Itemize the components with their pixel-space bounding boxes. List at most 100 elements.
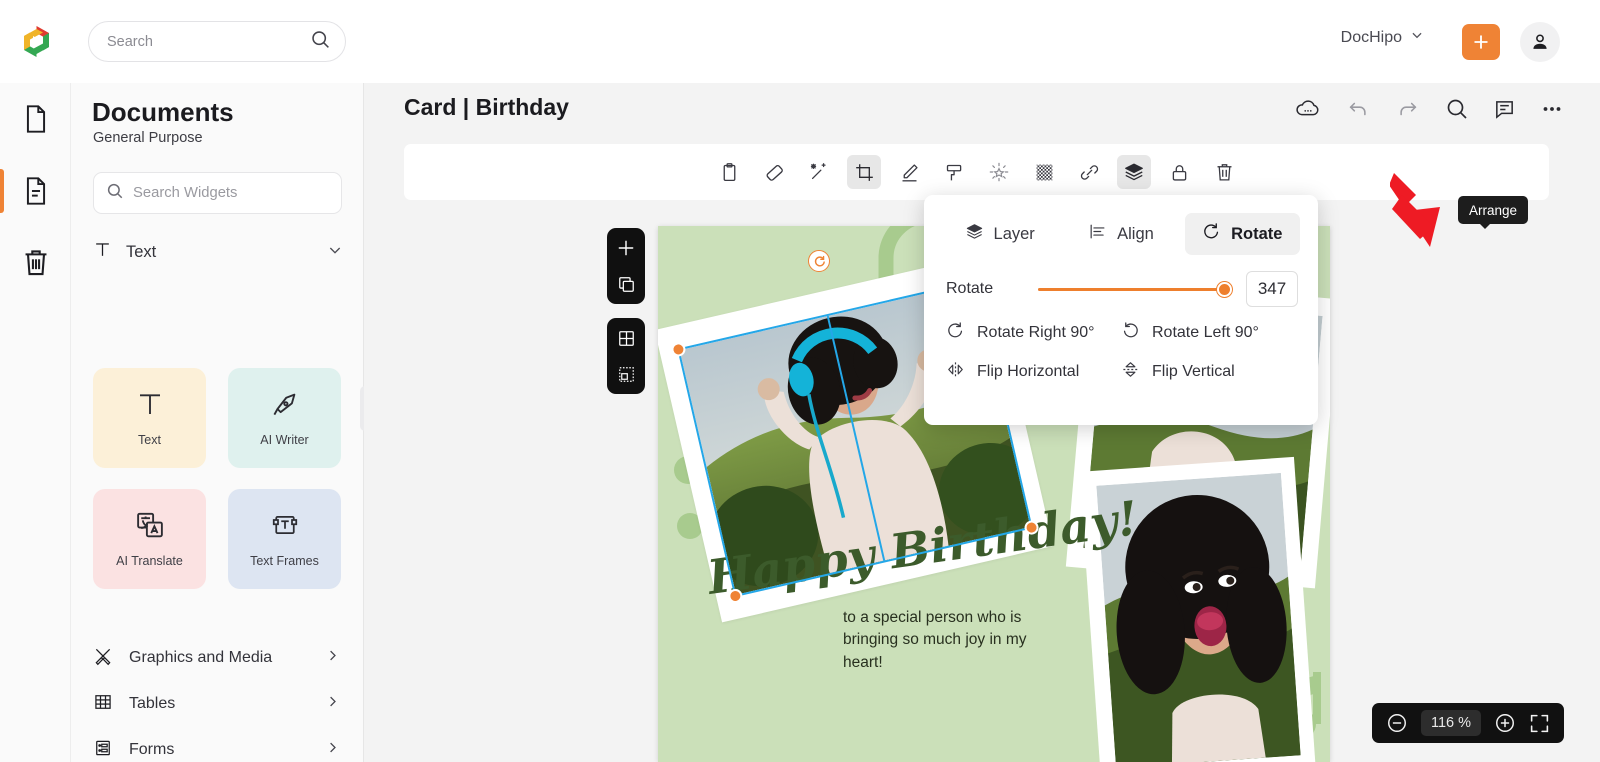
- tooltip-arrange: Arrange: [1458, 196, 1529, 229]
- chevron-right-icon: [325, 648, 340, 668]
- search-icon[interactable]: [1445, 97, 1469, 121]
- tab-align-label: Align: [1117, 224, 1154, 243]
- object-toolbar: [404, 144, 1549, 200]
- zoom-out-button[interactable]: [1386, 712, 1408, 734]
- search-input[interactable]: [107, 33, 310, 50]
- action-label: Rotate Right 90°: [977, 324, 1095, 341]
- graphics-icon: [93, 646, 113, 671]
- action-label: Flip Horizontal: [977, 363, 1080, 380]
- rail-item-pages[interactable]: [0, 155, 71, 227]
- tab-align[interactable]: Align: [1063, 213, 1178, 255]
- cloud-save-icon[interactable]: [1295, 98, 1321, 120]
- tab-rotate-label: Rotate: [1231, 224, 1283, 243]
- category-label: Tables: [129, 695, 176, 712]
- grid-view-icon[interactable]: [615, 327, 637, 349]
- category-forms[interactable]: Forms: [71, 727, 364, 762]
- category-tables[interactable]: Tables: [71, 681, 364, 727]
- section-text[interactable]: Text: [93, 235, 343, 269]
- clipboard-icon[interactable]: [712, 155, 746, 189]
- widget-card-text-frames[interactable]: Text Frames: [228, 489, 341, 589]
- zoom-level[interactable]: 116 %: [1420, 710, 1481, 736]
- search-widgets-input[interactable]: [133, 185, 331, 201]
- category-label: Forms: [129, 741, 175, 758]
- widget-card-ai-writer[interactable]: AI Writer: [228, 368, 341, 468]
- slider-knob[interactable]: [1217, 281, 1233, 297]
- eraser-icon[interactable]: [757, 155, 791, 189]
- rotate-slider[interactable]: [1038, 280, 1233, 298]
- panel-subtitle: General Purpose: [93, 130, 203, 146]
- delete-icon[interactable]: [1207, 155, 1241, 189]
- zoom-in-button[interactable]: [1494, 712, 1516, 734]
- redo-icon[interactable]: [1395, 98, 1421, 120]
- duplicate-page-icon[interactable]: [615, 273, 637, 295]
- widget-grid: Text AI Writer AI Translate Text Frames: [93, 368, 343, 589]
- workspace-name: DocHipo: [1340, 28, 1402, 46]
- chevron-down-icon[interactable]: [327, 242, 343, 263]
- translate-icon: [135, 510, 165, 545]
- rotate-icon: [1202, 222, 1221, 246]
- tab-rotate[interactable]: Rotate: [1184, 213, 1300, 255]
- search-icon: [106, 182, 124, 205]
- widget-label: Text: [138, 433, 161, 447]
- lock-icon[interactable]: [1162, 155, 1196, 189]
- rotate-label: Rotate: [946, 280, 994, 297]
- app-root: DocHipo: [0, 0, 1600, 762]
- widget-card-ai-translate[interactable]: AI Translate: [93, 489, 206, 589]
- action-flip-horizontal[interactable]: Flip Horizontal: [946, 360, 1121, 384]
- chevron-right-icon: [325, 694, 340, 714]
- dochipo-logo[interactable]: [18, 23, 55, 60]
- pencil-edit-icon[interactable]: [892, 155, 926, 189]
- action-flip-vertical[interactable]: Flip Vertical: [1121, 360, 1296, 384]
- align-icon: [1088, 222, 1107, 246]
- action-rotate-right-90[interactable]: Rotate Right 90°: [946, 321, 1121, 345]
- select-area-icon[interactable]: [615, 363, 637, 385]
- add-page-icon[interactable]: [615, 237, 637, 259]
- rotate-value-input[interactable]: 347: [1246, 271, 1298, 307]
- avatar[interactable]: [1520, 22, 1560, 62]
- fullscreen-button[interactable]: [1529, 713, 1550, 734]
- more-options-icon[interactable]: [1540, 97, 1564, 121]
- undo-icon[interactable]: [1345, 98, 1371, 120]
- card-body-text[interactable]: to a special person who is bringing so m…: [843, 607, 1068, 674]
- transparency-icon[interactable]: [1027, 155, 1061, 189]
- text-frame-icon: [270, 510, 300, 545]
- page-title: Documents: [92, 97, 234, 127]
- link-icon[interactable]: [1072, 155, 1106, 189]
- widget-panel: Documents General Purpose Text: [71, 83, 364, 762]
- rail-item-trash[interactable]: [0, 227, 71, 299]
- view-tools-group: [607, 318, 645, 394]
- widget-label: Text Frames: [250, 554, 319, 568]
- flip-vertical-icon: [1121, 360, 1140, 384]
- arrange-layers-icon[interactable]: [1117, 155, 1151, 189]
- rail-item-documents[interactable]: [0, 83, 71, 155]
- text-t-icon: [93, 240, 112, 264]
- selection-center-line: [826, 315, 886, 561]
- comment-icon[interactable]: [1493, 98, 1516, 121]
- widget-label: AI Translate: [116, 554, 183, 568]
- editor-area: Card | Birthday Happy Birthday! to a spe…: [364, 83, 1600, 762]
- crop-icon[interactable]: [847, 155, 881, 189]
- category-graphics-and-media[interactable]: Graphics and Media: [71, 635, 364, 681]
- paint-roller-icon[interactable]: [937, 155, 971, 189]
- widget-card-text[interactable]: Text: [93, 368, 206, 468]
- action-rotate-left-90[interactable]: Rotate Left 90°: [1121, 321, 1296, 345]
- rotate-handle[interactable]: [808, 250, 830, 272]
- workspace-selector[interactable]: DocHipo: [1341, 28, 1424, 47]
- magic-wand-icon[interactable]: [802, 155, 836, 189]
- tab-layer[interactable]: Layer: [942, 213, 1057, 255]
- create-new-button[interactable]: [1462, 24, 1500, 60]
- rotate-left-icon: [1121, 321, 1140, 345]
- text-t-icon: [135, 389, 165, 424]
- table-icon: [93, 692, 113, 717]
- forms-icon: [93, 738, 113, 762]
- category-list: Graphics and Media Tables Forms: [71, 635, 364, 762]
- action-label: Flip Vertical: [1152, 363, 1235, 380]
- action-label: Rotate Left 90°: [1152, 324, 1259, 341]
- widget-search[interactable]: [93, 172, 342, 214]
- pen-nib-icon: [270, 389, 300, 424]
- editor-actions: [1295, 97, 1564, 121]
- arrange-popup: Layer Align Rotate Rotate 347 Rotate Rig…: [924, 195, 1318, 425]
- brightness-icon[interactable]: [982, 155, 1016, 189]
- search-icon[interactable]: [310, 29, 331, 55]
- global-search[interactable]: [88, 21, 346, 62]
